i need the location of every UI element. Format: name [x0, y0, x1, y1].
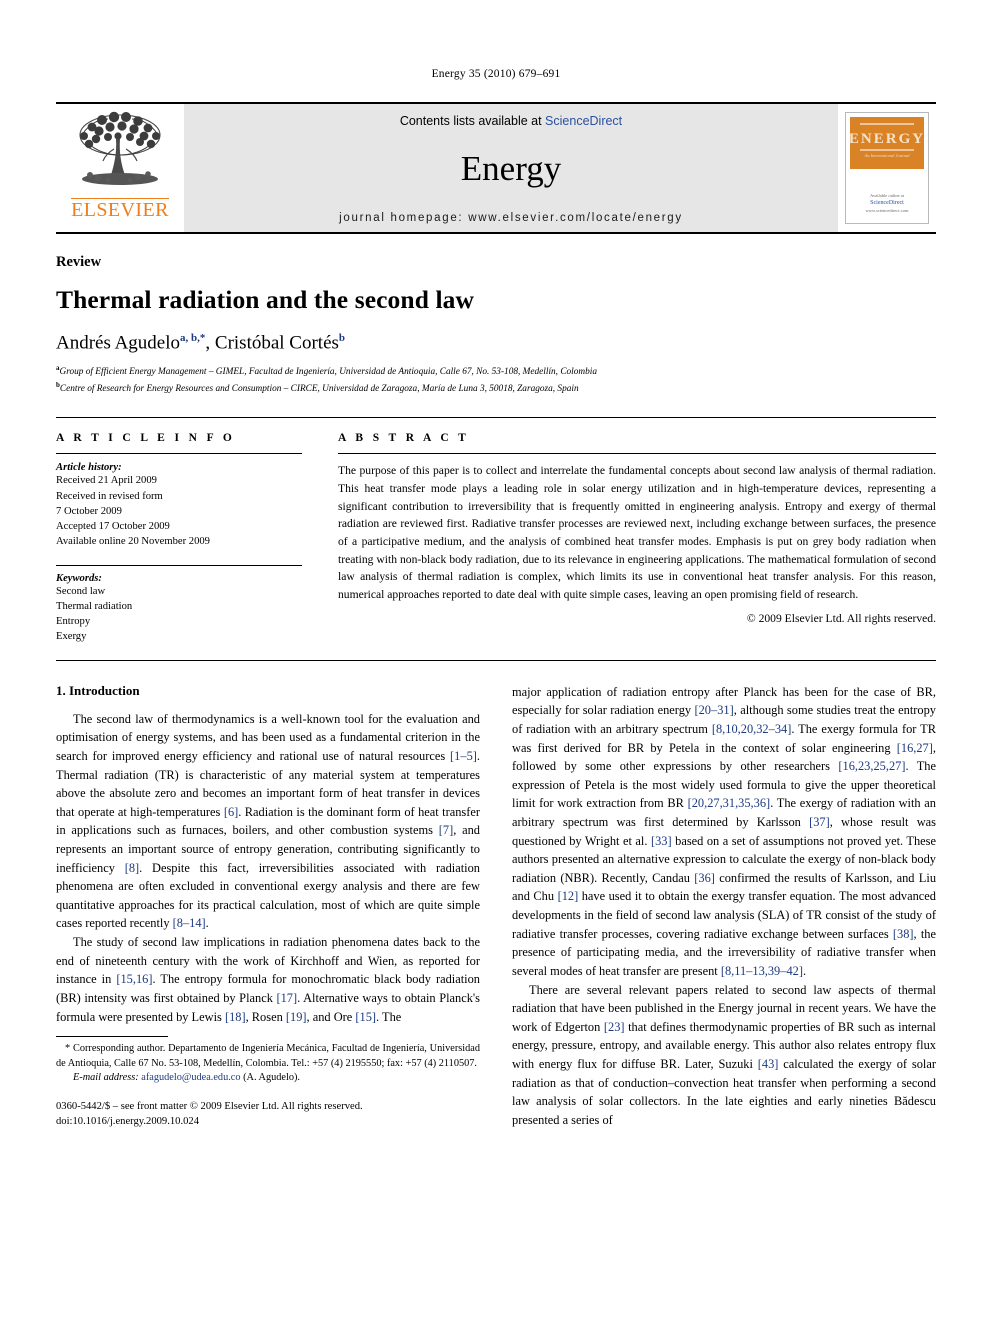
- article-history-item: Received in revised form: [56, 490, 163, 502]
- cover-foot-line1: Available online at: [870, 192, 904, 198]
- running-head: Energy 35 (2010) 679–691: [431, 68, 561, 80]
- cover-sciencedirect-logo: ScienceDirect: [870, 200, 904, 207]
- keyword-item: Entropy: [56, 615, 91, 627]
- cover-journal-word: ENERGY: [848, 131, 926, 147]
- abstract-text: The purpose of this paper is to collect …: [338, 464, 936, 601]
- keywords-block: Keywords: Second law Thermal radiation E…: [56, 564, 302, 644]
- article-history-item: Accepted 17 October 2009: [56, 520, 170, 532]
- cover-foot-line3: www.sciencedirect.com: [865, 208, 909, 214]
- journal-title: Energy: [460, 148, 562, 188]
- body-paragraph: The second law of thermodynamics is a we…: [56, 711, 480, 931]
- affiliation-list: aGroup of Efficient Energy Management – …: [56, 363, 936, 397]
- corresponding-author-note: * Corresponding author. Departamento de …: [56, 1043, 480, 1069]
- email-label: E-mail address:: [73, 1072, 139, 1084]
- article-history-label: Article history:: [56, 462, 122, 474]
- affiliation-b-text: Centre of Research for Energy Resources …: [59, 384, 579, 395]
- footnote-divider: [56, 1036, 168, 1038]
- affiliation-b: bCentre of Research for Energy Resources…: [56, 380, 936, 397]
- affiliation-a: aGroup of Efficient Energy Management – …: [56, 363, 936, 380]
- front-matter-block: 0360-5442/$ – see front matter © 2009 El…: [56, 1099, 480, 1129]
- email-link[interactable]: afagudelo@udea.edu.co: [141, 1072, 240, 1083]
- info-abstract-band: A R T I C L E I N F O Article history: R…: [56, 417, 936, 661]
- article-info-column: A R T I C L E I N F O Article history: R…: [56, 432, 302, 643]
- body-column-left: 1. Introduction The second law of thermo…: [56, 683, 480, 1130]
- footnote-block: * Corresponding author. Departamento de …: [56, 1036, 480, 1129]
- author-list: Andrés Agudeloa, b,*, Cristóbal Cortésb: [56, 332, 346, 354]
- keywords-label: Keywords:: [56, 572, 102, 584]
- email-owner: (A. Agudelo).: [243, 1072, 301, 1084]
- article-history-item: 7 October 2009: [56, 505, 122, 517]
- abstract-column: A B S T R A C T The purpose of this pape…: [338, 432, 936, 643]
- body-column-right: major application of radiation entropy a…: [512, 683, 936, 1130]
- front-matter-line: 0360-5442/$ – see front matter © 2009 El…: [56, 1101, 363, 1113]
- journal-cover-thumbnail: ENERGY An International Journal Availabl…: [838, 104, 936, 232]
- contents-prefix: Contents lists available at: [399, 114, 546, 128]
- article-info-heading: A R T I C L E I N F O: [56, 432, 236, 445]
- keyword-item: Exergy: [56, 630, 87, 642]
- page-title: Thermal radiation and the second law: [56, 285, 474, 314]
- elsevier-tree-icon: [79, 111, 161, 185]
- masthead-center: Contents lists available at ScienceDirec…: [184, 104, 838, 232]
- section-title-introduction: 1. Introduction: [56, 682, 140, 698]
- keyword-item: Thermal radiation: [56, 600, 133, 612]
- body-columns: 1. Introduction The second law of thermo…: [56, 683, 936, 1130]
- elsevier-logo: ELSEVIER: [56, 104, 184, 232]
- abstract-copyright: © 2009 Elsevier Ltd. All rights reserved…: [746, 612, 936, 626]
- article-type-label: Review: [56, 254, 102, 270]
- article-history-item: Received 21 April 2009: [56, 475, 157, 487]
- journal-masthead: ELSEVIER Contents lists available at Sci…: [56, 102, 936, 234]
- abstract-divider: [338, 453, 936, 455]
- keyword-item: Second law: [56, 585, 106, 597]
- body-paragraph: The study of second law implications in …: [56, 935, 480, 1024]
- author-name-2: Cristóbal Cortés: [214, 332, 339, 354]
- cover-subtitle: An International Journal: [864, 153, 910, 158]
- affiliation-a-text: Group of Efficient Energy Management – G…: [59, 367, 598, 378]
- sciencedirect-link[interactable]: ScienceDirect: [545, 114, 622, 128]
- contents-available-line: Contents lists available at ScienceDirec…: [400, 114, 622, 128]
- article-history-item: Available online 20 November 2009: [56, 535, 210, 547]
- author-name-1: Andrés Agudelo: [56, 332, 181, 354]
- email-line: E-mail address: afagudelo@udea.edu.co (A…: [56, 1072, 480, 1083]
- cover-box: ENERGY An International Journal Availabl…: [845, 112, 929, 224]
- elsevier-wordmark: ELSEVIER: [71, 198, 169, 221]
- cover-footer: Available online at ScienceDirect www.sc…: [846, 193, 928, 216]
- body-paragraph: major application of radiation entropy a…: [512, 684, 937, 978]
- doi-line[interactable]: doi:10.1016/j.energy.2009.10.024: [56, 1114, 480, 1129]
- author-2-affiliation-markers: b: [338, 332, 346, 345]
- article-info-divider: [56, 453, 302, 455]
- body-paragraph: There are several relevant papers relate…: [512, 982, 936, 1127]
- journal-homepage[interactable]: journal homepage: www.elsevier.com/locat…: [339, 212, 683, 224]
- keywords-divider: [56, 564, 302, 566]
- paper-page: Energy 35 (2010) 679–691 ELSEVIER Conten…: [0, 0, 992, 1323]
- abstract-heading: A B S T R A C T: [338, 432, 470, 445]
- author-1-affiliation-markers: a, b,*: [180, 332, 206, 345]
